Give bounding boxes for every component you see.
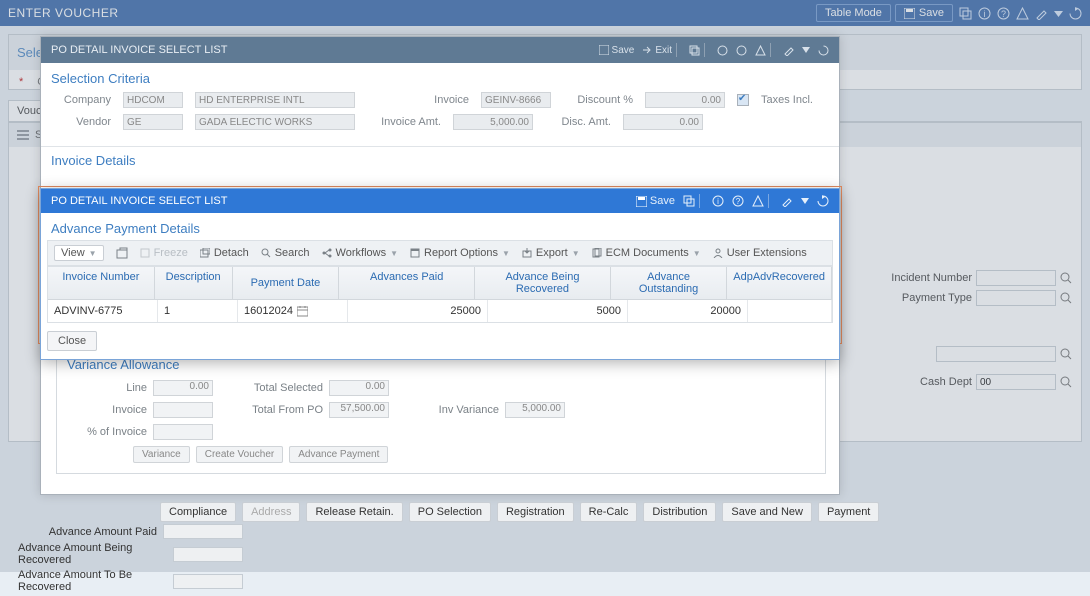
col-payment-date[interactable]: Payment Date (233, 267, 340, 299)
po-selection-button[interactable]: PO Selection (409, 502, 491, 522)
create-voucher-button[interactable]: Create Voucher (196, 446, 284, 463)
save-and-new-button[interactable]: Save and New (722, 502, 812, 522)
col-advances-paid[interactable]: Advances Paid (339, 267, 475, 299)
detach-button[interactable]: Detach (200, 247, 249, 259)
help-icon[interactable]: ? (732, 195, 744, 207)
chevron-down-icon[interactable] (802, 46, 810, 54)
col-invoice-number[interactable]: Invoice Number (48, 267, 155, 299)
dialog-exit-button[interactable]: Exit (642, 45, 672, 56)
advance-being-recovered-value (173, 547, 243, 562)
warning-icon[interactable] (752, 195, 764, 207)
dialog-title: PO DETAIL INVOICE SELECT LIST (51, 44, 591, 56)
advance-grid: Invoice Number Description Payment Date … (47, 266, 833, 323)
help-icon[interactable] (736, 45, 747, 56)
chevron-down-icon[interactable] (801, 197, 809, 205)
modal-title: PO DETAIL INVOICE SELECT LIST (51, 195, 628, 207)
invoice-details-title: Invoice Details (41, 146, 839, 174)
selection-criteria-title: Selection Criteria (41, 63, 839, 88)
refresh-icon[interactable] (817, 195, 829, 207)
bottom-actions: Compliance Address Release Retain. PO Se… (160, 502, 879, 522)
advance-payment-modal: PO DETAIL INVOICE SELECT LIST Save i ? A… (40, 188, 840, 360)
export-menu[interactable]: Export ▼ (522, 247, 580, 259)
modal-save-button[interactable]: Save (636, 195, 675, 207)
copy-icon[interactable] (683, 195, 695, 207)
save-icon (636, 196, 647, 207)
report-options-menu[interactable]: Report Options ▼ (410, 247, 510, 259)
company-code: HDCOM (123, 92, 183, 108)
address-button: Address (242, 502, 300, 522)
taxes-incl-checkbox[interactable] (737, 94, 749, 106)
recalc-button[interactable]: Re-Calc (580, 502, 638, 522)
release-retain-button[interactable]: Release Retain. (306, 502, 402, 522)
svg-text:i: i (717, 197, 719, 206)
freeze-button: Freeze (140, 247, 188, 259)
disc-amt: 0.00 (623, 114, 703, 130)
advance-to-be-recovered-value (173, 574, 243, 589)
view-menu[interactable]: View ▼ (54, 245, 104, 261)
company-name: HD ENTERPRISE INTL (195, 92, 355, 108)
svg-text:?: ? (736, 197, 741, 206)
variance-button[interactable]: Variance (133, 446, 190, 463)
payment-button[interactable]: Payment (818, 502, 879, 522)
vendor-code: GE (123, 114, 183, 130)
info-icon[interactable]: i (712, 195, 724, 207)
registration-button[interactable]: Registration (497, 502, 574, 522)
info-icon[interactable] (717, 45, 728, 56)
col-advance-being-recovered[interactable]: Advance Being Recovered (475, 267, 611, 299)
refresh-icon[interactable] (818, 45, 829, 56)
discount-pct: 0.00 (645, 92, 725, 108)
ecm-documents-menu[interactable]: ECM Documents ▼ (592, 247, 701, 259)
advance-paid-value (163, 524, 243, 539)
dialog-header: PO DETAIL INVOICE SELECT LIST Save Exit (41, 37, 839, 63)
compliance-button[interactable]: Compliance (160, 502, 236, 522)
workflows-menu[interactable]: Workflows ▼ (322, 247, 398, 259)
copy-icon[interactable] (689, 45, 700, 56)
advance-amounts: Advance Amount Paid Advance Amount Being… (18, 524, 243, 596)
user-extensions-button[interactable]: User Extensions (713, 247, 807, 259)
search-button[interactable]: Search (261, 247, 310, 259)
advance-payment-button[interactable]: Advance Payment (289, 446, 388, 463)
advance-payment-details-title: Advance Payment Details (41, 213, 839, 240)
invoice-amt: 5,000.00 (453, 114, 533, 130)
calendar-icon[interactable] (297, 306, 308, 317)
grid-header: Invoice Number Description Payment Date … (48, 267, 832, 300)
col-advance-outstanding[interactable]: Advance Outstanding (611, 267, 727, 299)
dialog-save-button[interactable]: Save (599, 45, 635, 56)
edit-icon[interactable] (783, 45, 794, 56)
distribution-button[interactable]: Distribution (643, 502, 716, 522)
col-adp-adv-recovered[interactable]: AdpAdvRecovered (727, 267, 832, 299)
vendor-name: GADA ELECTIC WORKS (195, 114, 355, 130)
col-description[interactable]: Description (155, 267, 233, 299)
table-row[interactable]: ADVINV-6775 1 16012024 25000 5000 20000 (48, 300, 832, 322)
detach-action-icon[interactable] (116, 247, 128, 259)
variance-panel: Variance Allowance Line0.00 Total Select… (56, 348, 826, 474)
invoice-number: GEINV-8666 (481, 92, 551, 108)
edit-icon[interactable] (781, 195, 793, 207)
grid-toolbar: View ▼ Freeze Detach Search Workflows ▼ … (47, 240, 833, 266)
warning-icon[interactable] (755, 45, 766, 56)
modal-header: PO DETAIL INVOICE SELECT LIST Save i ? (41, 189, 839, 213)
close-button[interactable]: Close (47, 331, 97, 351)
